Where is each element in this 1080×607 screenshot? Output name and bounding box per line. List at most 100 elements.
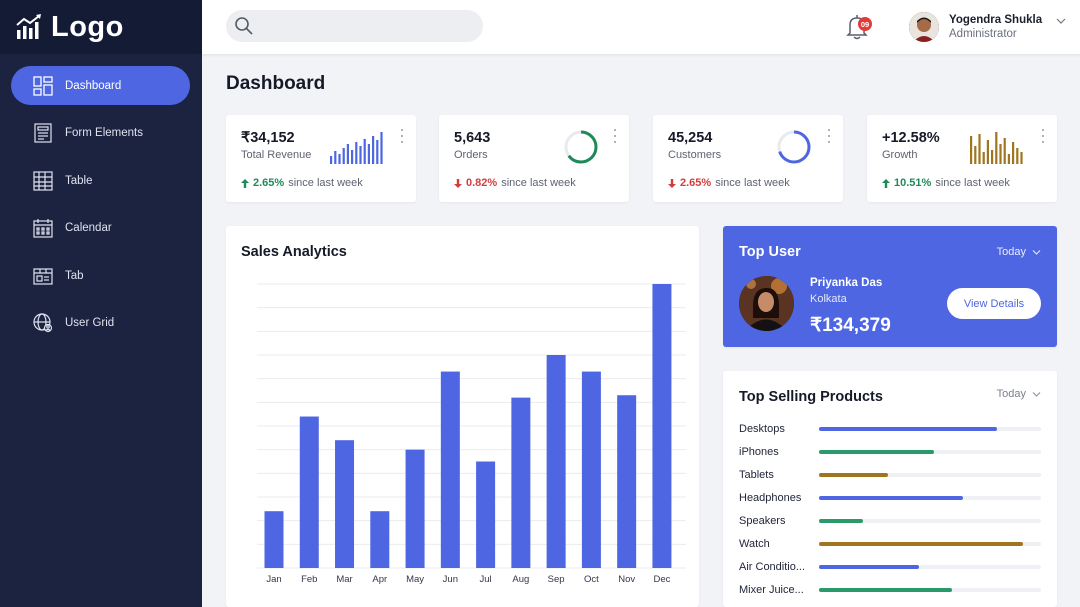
sales-bar [652, 284, 672, 568]
x-tick-label: Nov [618, 574, 635, 585]
sidebar-item-calendar[interactable]: Calendar [11, 209, 190, 248]
product-bar-track [819, 473, 1041, 477]
product-bar-track [819, 519, 1041, 523]
product-row: Watch [739, 537, 1041, 551]
sidebar-item-label: Tab [65, 269, 84, 282]
spark-bar [372, 136, 375, 164]
top-products-period-select[interactable]: Today [997, 388, 1041, 400]
spark-bar [380, 132, 383, 164]
stat-value: ₹34,152 [241, 130, 295, 146]
stat-change-suffix: since last week [501, 177, 576, 189]
product-row: Tablets [739, 468, 1041, 482]
more-options-icon[interactable] [827, 129, 831, 143]
sidebar-item-user-grid[interactable]: User Grid [11, 304, 190, 343]
notification-badge: 09 [858, 17, 872, 31]
page-title: Dashboard [226, 73, 326, 94]
product-name: Desktops [739, 423, 785, 435]
stat-card-customers: 45,254 Customers 2.65% since last week [653, 115, 843, 202]
x-tick-label: Apr [372, 574, 387, 585]
search-input[interactable] [262, 19, 472, 33]
top-user-amount: ₹134,379 [810, 315, 891, 336]
stat-change: 10.51% since last week [882, 177, 1010, 189]
stat-label: Total Revenue [241, 149, 312, 161]
chevron-down-icon [1056, 18, 1066, 24]
top-user-name: Priyanka Das [810, 277, 883, 289]
stat-change-percent: 2.65% [680, 177, 712, 189]
x-tick-label: Mar [336, 574, 352, 585]
sales-bar [617, 395, 637, 568]
period-label: Today [996, 388, 1026, 400]
spark-bar [355, 142, 358, 164]
product-row: Desktops [739, 422, 1041, 436]
sidebar-item-form-elements[interactable]: Form Elements [11, 114, 190, 153]
product-bar [819, 519, 864, 523]
x-tick-label: Aug [512, 574, 529, 585]
product-row: iPhones [739, 445, 1041, 459]
top-products-title: Top Selling Products [739, 389, 883, 405]
stat-label: Customers [668, 149, 722, 161]
user-menu[interactable]: Yogendra Shukla Administrator [909, 12, 1066, 42]
stat-change: 2.65% since last week [241, 177, 363, 189]
notification-button[interactable]: 09 [846, 14, 872, 40]
sidebar-item-label: User Grid [65, 317, 115, 329]
sidebar-item-tab[interactable]: Tab [11, 256, 190, 295]
sales-bar [335, 440, 355, 568]
product-bar-track [819, 588, 1041, 592]
user-role: Administrator [949, 28, 1017, 40]
more-options-icon[interactable] [613, 129, 617, 143]
stat-change-percent: 10.51% [894, 177, 932, 189]
stat-change: 0.82% since last week [454, 177, 576, 189]
sales-bar [370, 511, 390, 568]
logo-text: Logo [51, 10, 124, 43]
sidebar-item-table[interactable]: Table [11, 161, 190, 200]
topbar: 09 Yogendra Shukla Administrator [202, 0, 1080, 54]
stat-card-growth: +12.58% Growth 10.51% since last week [867, 115, 1057, 202]
orders-ring [564, 130, 598, 164]
spark-bar [1012, 142, 1015, 164]
product-bar [819, 588, 953, 592]
x-tick-label: Jan [266, 574, 281, 585]
spark-bar [1020, 152, 1023, 164]
arrow-up-icon [241, 178, 249, 188]
sales-bar [264, 511, 284, 568]
search-icon [235, 17, 253, 35]
spark-bar [363, 139, 366, 164]
stat-change-suffix: since last week [935, 177, 1010, 189]
spark-bar [330, 156, 333, 164]
product-name: Tablets [739, 469, 774, 481]
spark-bar [991, 150, 994, 164]
stat-change-percent: 0.82% [466, 177, 498, 189]
product-bar [819, 473, 888, 477]
sidebar-item-dashboard[interactable]: Dashboard [11, 66, 190, 105]
product-row: Air Conditio... [739, 560, 1041, 574]
product-name: Mixer Juice... [739, 584, 804, 596]
table-icon [33, 170, 53, 191]
x-tick-label: Jun [443, 574, 458, 585]
sidebar-item-label: Calendar [65, 222, 112, 234]
spark-bar [1003, 138, 1006, 164]
user-info: Yogendra Shukla Administrator [949, 14, 1042, 40]
spark-bar [970, 136, 973, 164]
spark-bar [974, 146, 977, 164]
x-tick-label: Oct [584, 574, 599, 585]
user-name: Yogendra Shukla [949, 14, 1043, 26]
top-user-period-select[interactable]: Today [997, 246, 1041, 258]
product-bar-track [819, 496, 1041, 500]
logo[interactable]: Logo [0, 0, 202, 54]
period-label: Today [996, 246, 1026, 258]
more-options-icon[interactable] [1041, 129, 1045, 143]
growth-sparkbars [970, 132, 1023, 164]
product-row: Speakers [739, 514, 1041, 528]
more-options-icon[interactable] [400, 129, 404, 143]
search-box[interactable] [226, 10, 483, 42]
sales-analytics-card: Sales Analytics Jan Feb Mar Apr May Jun Jul Aug… [226, 226, 699, 607]
customers-ring [777, 130, 811, 164]
sales-bar [511, 397, 531, 568]
view-details-button[interactable]: View Details [947, 288, 1041, 319]
sales-bar [581, 371, 601, 568]
user-grid-icon [33, 313, 53, 333]
top-user-title: Top User [739, 244, 801, 260]
product-row: Headphones [739, 491, 1041, 505]
avatar [909, 12, 939, 42]
spark-bar [338, 154, 341, 164]
